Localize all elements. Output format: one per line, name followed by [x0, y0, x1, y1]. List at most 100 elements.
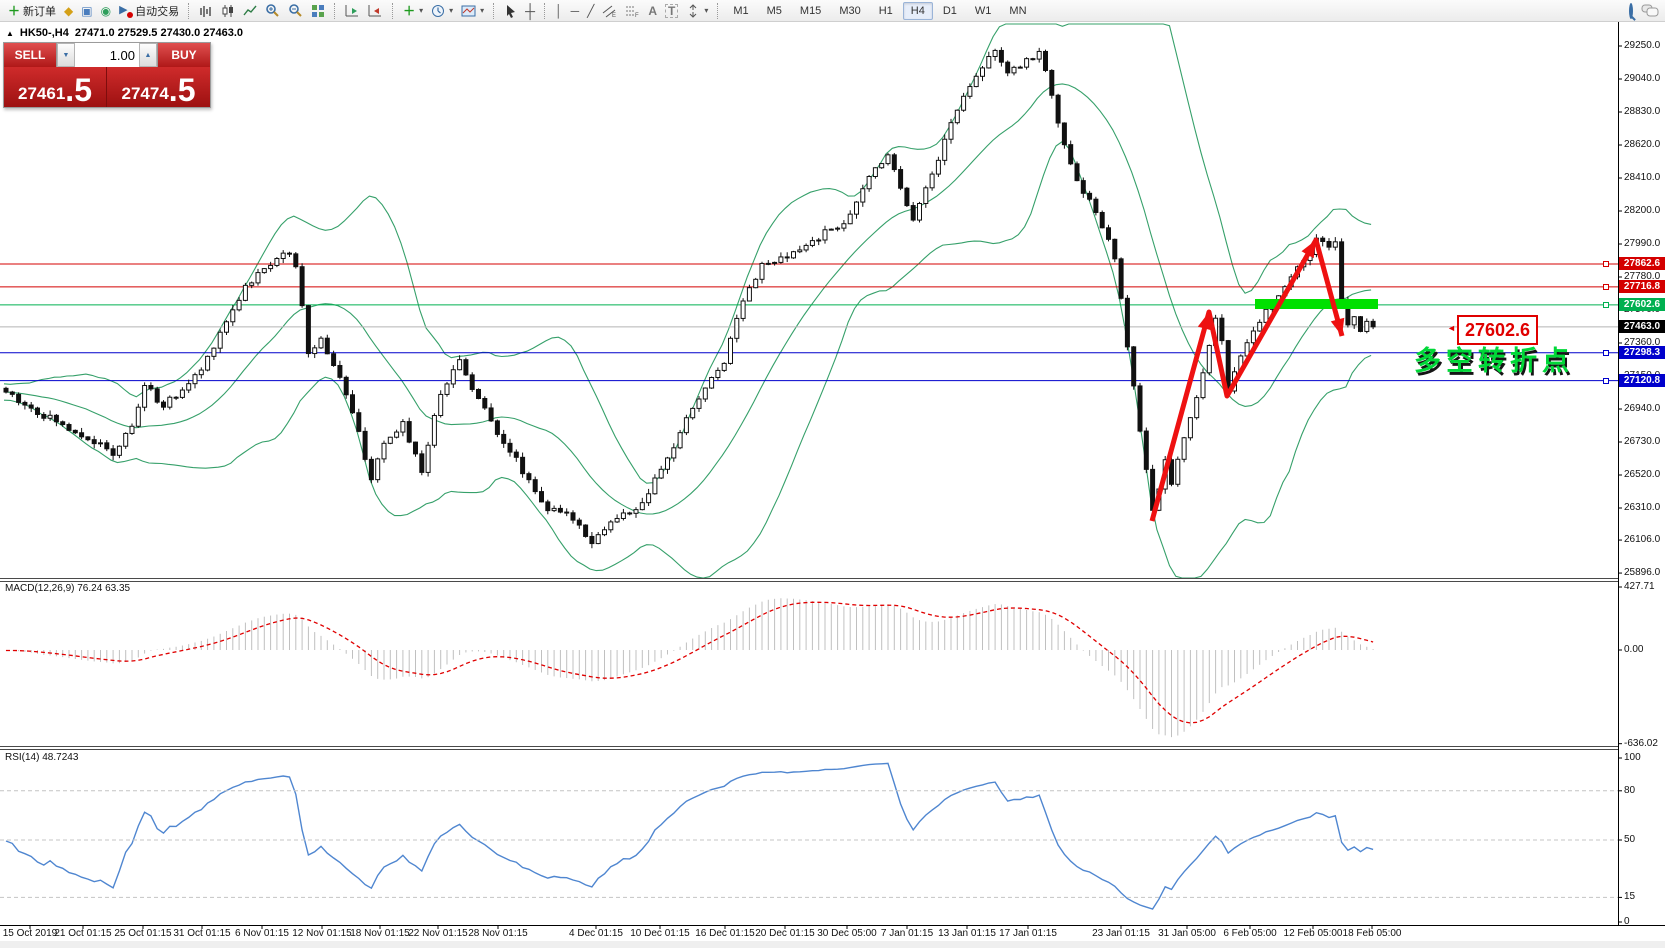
- candle-body: [388, 437, 392, 443]
- candle-body: [1113, 239, 1117, 259]
- svg-text:F: F: [635, 13, 639, 18]
- candle-body: [117, 446, 121, 455]
- candle-body: [445, 384, 449, 394]
- timeframe-w1[interactable]: W1: [967, 2, 1000, 20]
- timeframe-h1[interactable]: H1: [871, 2, 901, 20]
- collapse-triangle-icon[interactable]: ▲: [6, 29, 14, 38]
- timeframe-m15[interactable]: M15: [792, 2, 829, 20]
- highlight-bar[interactable]: [1255, 299, 1378, 309]
- fibonacci-button[interactable]: F: [621, 2, 644, 20]
- arrows-button[interactable]: ▾: [682, 2, 712, 20]
- candle-body: [155, 389, 159, 402]
- candle-body: [483, 398, 487, 407]
- candle-body: [162, 402, 166, 407]
- candle-body: [817, 240, 821, 241]
- buy-price[interactable]: 27474 .5: [107, 67, 210, 107]
- timeframe-m30[interactable]: M30: [831, 2, 868, 20]
- svg-text:E: E: [612, 13, 616, 18]
- autotrade-button[interactable]: ▶ 自动交易: [115, 2, 183, 20]
- candle-body: [464, 360, 468, 375]
- sell-price[interactable]: 27461 .5: [4, 67, 107, 107]
- candle-body: [325, 338, 329, 354]
- timeframe-d1[interactable]: D1: [935, 2, 965, 20]
- candle-body: [1333, 242, 1337, 247]
- candle-body: [136, 407, 140, 426]
- horizontal-line-icon: ─: [571, 5, 580, 17]
- chart-shift-button[interactable]: [364, 2, 387, 20]
- channel-button[interactable]: E: [598, 2, 621, 20]
- tile-windows-button[interactable]: [307, 2, 329, 20]
- candle-body: [533, 480, 537, 492]
- candle-body: [647, 494, 651, 503]
- tile-windows-icon: [311, 4, 325, 18]
- text-label-button[interactable]: T: [661, 2, 682, 20]
- buy-price-main: 27474: [122, 84, 169, 104]
- volume-value[interactable]: 1.00: [75, 43, 139, 67]
- candle-body: [684, 418, 688, 433]
- text-button[interactable]: A: [644, 2, 661, 20]
- zoom-out-button[interactable]: [284, 2, 307, 20]
- indicators-button[interactable]: ＋ ▾: [399, 2, 427, 20]
- data-window-button[interactable]: ▣: [77, 2, 96, 20]
- vertical-line-button[interactable]: │: [551, 2, 567, 20]
- annotation-text[interactable]: 多空转折点: [1414, 339, 1574, 378]
- zoom-in-button[interactable]: [261, 2, 284, 20]
- volume-increase-button[interactable]: ▲: [139, 43, 157, 67]
- new-order-button[interactable]: ＋ 新订单: [4, 2, 60, 20]
- candle-body: [382, 443, 386, 459]
- chevron-down-icon: ▾: [449, 6, 453, 15]
- candle-body: [981, 68, 985, 76]
- chevron-down-icon: ▾: [419, 6, 423, 15]
- search-icon[interactable]: [1629, 5, 1633, 17]
- toolbar-separator: [717, 3, 719, 19]
- candle-body: [596, 535, 600, 544]
- candle-body: [294, 254, 298, 267]
- timeframe-h4[interactable]: H4: [903, 2, 933, 20]
- candle-body: [861, 189, 865, 202]
- candle-body: [243, 285, 247, 300]
- timeframe-m5[interactable]: M5: [759, 2, 790, 20]
- candle-chart-button[interactable]: [217, 2, 239, 20]
- candle-body: [67, 425, 71, 431]
- candle-body: [193, 375, 197, 384]
- candle-body: [275, 259, 279, 266]
- trendline-button[interactable]: ╱: [583, 2, 598, 20]
- candle-body: [351, 395, 355, 413]
- candle-body: [262, 269, 266, 273]
- candle-body: [552, 508, 556, 510]
- bar-chart-button[interactable]: [195, 2, 217, 20]
- candle-body: [1321, 238, 1325, 241]
- candle-body: [281, 253, 285, 258]
- autoscroll-button[interactable]: [341, 2, 364, 20]
- candle-body: [590, 536, 594, 543]
- templates-button[interactable]: ▾: [457, 2, 488, 20]
- chart-area[interactable]: 29250.029040.028830.028620.028410.028200…: [0, 22, 1665, 948]
- candle-body: [319, 338, 323, 348]
- market-watch-button[interactable]: ◆: [60, 2, 77, 20]
- chart-canvas: [0, 22, 1665, 948]
- periods-button[interactable]: ▾: [427, 2, 457, 20]
- navigator-button[interactable]: ◉: [97, 2, 115, 20]
- timeframe-m1[interactable]: M1: [725, 2, 756, 20]
- horizontal-line-button[interactable]: ─: [567, 2, 584, 20]
- candle-body: [407, 422, 411, 443]
- line-chart-button[interactable]: [239, 2, 261, 20]
- volume-decrease-button[interactable]: ▼: [57, 43, 75, 67]
- candle-body: [855, 202, 859, 214]
- candle-body: [1044, 51, 1048, 70]
- candle-body: [653, 478, 657, 494]
- arrowhead-icon: [1198, 312, 1212, 330]
- candle-body: [477, 389, 481, 398]
- candle-body: [810, 241, 814, 246]
- timeframe-mn[interactable]: MN: [1001, 2, 1034, 20]
- buy-button[interactable]: BUY: [158, 43, 210, 67]
- candle-body: [1062, 123, 1066, 145]
- sell-button[interactable]: SELL: [4, 43, 56, 67]
- crosshair-button[interactable]: ┼: [521, 2, 539, 20]
- chat-icon[interactable]: [1641, 4, 1659, 18]
- cursor-button[interactable]: [500, 2, 521, 20]
- candle-body: [678, 433, 682, 448]
- candle-body: [666, 458, 670, 469]
- candle-body: [1207, 345, 1211, 372]
- candle-body: [911, 206, 915, 221]
